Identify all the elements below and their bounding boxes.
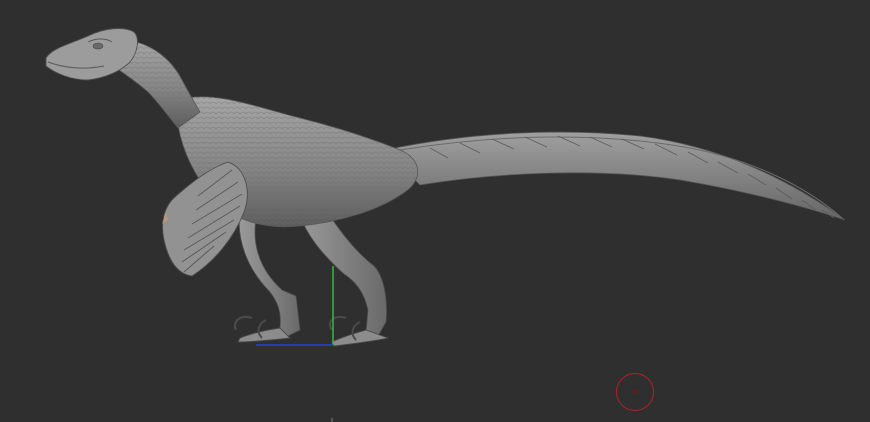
brush-circle-icon — [616, 373, 654, 411]
eye — [92, 42, 104, 50]
sculpt-canvas[interactable] — [0, 0, 870, 422]
3d-viewport[interactable] — [0, 0, 870, 422]
wing — [162, 161, 248, 277]
viewport-tick-mark — [331, 418, 333, 422]
raptor-model — [45, 28, 846, 347]
